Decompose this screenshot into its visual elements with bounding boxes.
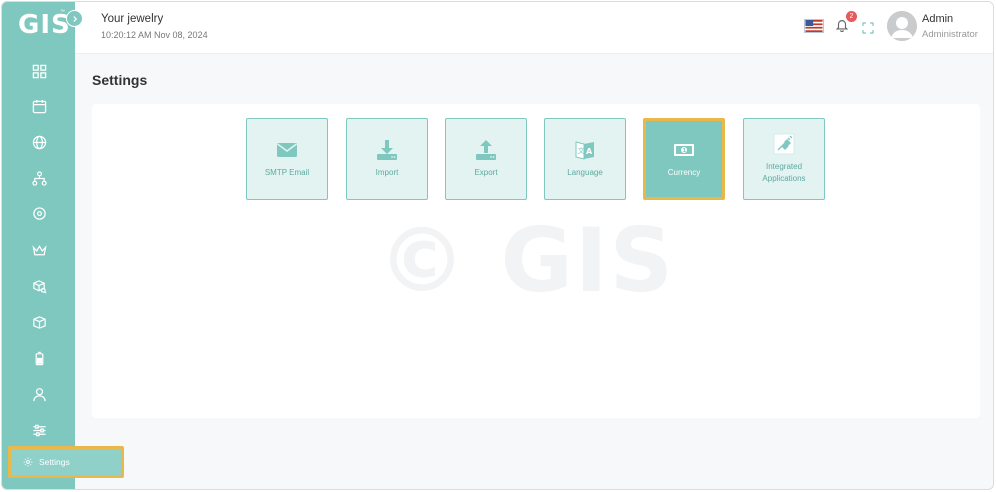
svg-text:A: A (586, 147, 593, 156)
banknote-icon: 1 (673, 139, 695, 161)
svg-text:1: 1 (683, 148, 687, 154)
dashboard-icon[interactable] (30, 62, 48, 80)
tile-import[interactable]: Import (346, 118, 428, 200)
fullscreen-icon[interactable] (862, 21, 874, 34)
sidebar-collapse-button[interactable] (66, 10, 83, 27)
settings-gear-icon (23, 457, 33, 467)
plug-icon (773, 133, 795, 155)
settings-panel: © GIS SMTP Email Import Export 文A Langua… (92, 104, 980, 418)
user-icon[interactable] (30, 385, 48, 403)
store-name: Your jewelry (101, 13, 164, 25)
sliders-icon[interactable] (30, 421, 48, 439)
tile-smtp-email[interactable]: SMTP Email (246, 118, 328, 200)
tile-language[interactable]: 文A Language (544, 118, 626, 200)
tile-label: Export (474, 168, 498, 177)
current-datetime: 10:20:12 AM Nov 08, 2024 (101, 30, 208, 40)
us-flag-icon[interactable] (804, 19, 824, 33)
crown-icon[interactable] (30, 241, 48, 259)
globe-icon[interactable] (30, 133, 48, 151)
tile-label: Integrated Applications (762, 162, 806, 183)
tile-label: SMTP Email (264, 168, 310, 177)
sidebar: GIS ™ (2, 2, 75, 489)
avatar[interactable] (887, 11, 917, 41)
tile-label: Import (375, 168, 399, 177)
tile-label: Currency (667, 168, 701, 177)
sidebar-item-settings[interactable]: Settings (8, 446, 124, 478)
page-title: Settings (92, 72, 148, 88)
tile-label: Language (567, 168, 603, 177)
battery-icon[interactable] (30, 349, 48, 367)
download-icon (376, 139, 398, 161)
tile-currency[interactable]: 1 Currency (643, 118, 725, 200)
upload-icon (475, 139, 497, 161)
user-name[interactable]: Admin (922, 13, 953, 25)
box-search-icon[interactable] (30, 277, 48, 295)
notification-badge: 2 (846, 11, 857, 22)
package-icon[interactable] (30, 313, 48, 331)
user-role: Administrator (922, 29, 978, 40)
tile-export[interactable]: Export (445, 118, 527, 200)
app-window: GIS ™ Your jewelry 10:20:12 AM Nov 08, 2… (1, 1, 994, 490)
svg-text:文: 文 (578, 146, 585, 155)
top-bar: Your jewelry 10:20:12 AM Nov 08, 2024 2 … (75, 2, 993, 54)
translate-icon: 文A (574, 139, 596, 161)
envelope-icon (276, 139, 298, 161)
calendar-icon[interactable] (30, 97, 48, 115)
location-pin-icon[interactable] (30, 205, 48, 223)
watermark: © GIS (378, 209, 675, 312)
logo-trademark: ™ (60, 9, 65, 15)
sidebar-item-label: Settings (39, 457, 70, 467)
tile-integrated-applications[interactable]: Integrated Applications (743, 118, 825, 200)
sitemap-icon[interactable] (30, 169, 48, 187)
